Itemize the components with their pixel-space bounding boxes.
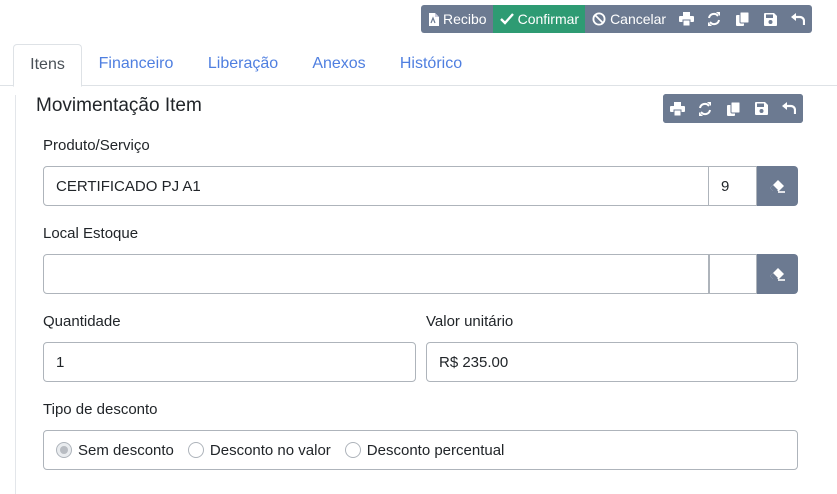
- recibo-button[interactable]: Recibo: [421, 5, 493, 33]
- copy-icon: [726, 101, 740, 116]
- valor-unitario-label: Valor unitário: [426, 313, 514, 330]
- quantidade-input[interactable]: 1: [43, 342, 416, 382]
- tab-anexos[interactable]: Anexos: [302, 44, 376, 86]
- item-save-button[interactable]: [747, 94, 775, 123]
- tab-historico[interactable]: Histórico: [388, 44, 474, 86]
- section-title: Movimentação Item: [36, 95, 202, 116]
- check-icon: [499, 13, 514, 25]
- local-estoque-input[interactable]: [43, 254, 709, 294]
- undo-button[interactable]: [784, 5, 813, 33]
- radio-sem-desconto[interactable]: Sem desconto: [56, 442, 174, 459]
- item-print-button[interactable]: [663, 94, 691, 123]
- file-pdf-icon: [429, 12, 439, 26]
- local-estoque-clear-button[interactable]: [757, 254, 798, 294]
- refresh-icon: [708, 12, 721, 26]
- confirmar-label: Confirmar: [517, 11, 580, 27]
- copy-icon: [735, 12, 749, 26]
- print-icon: [669, 101, 685, 116]
- eraser-icon: [770, 180, 785, 193]
- undo-icon: [791, 12, 806, 25]
- item-refresh-button[interactable]: [691, 94, 719, 123]
- tab-bar: Itens Financeiro Liberação Anexos Histór…: [0, 44, 837, 87]
- main-toolbar: Recibo Confirmar Cancelar: [421, 5, 813, 33]
- item-copy-button[interactable]: [719, 94, 747, 123]
- produto-input[interactable]: CERTIFICADO PJ A1: [43, 166, 709, 206]
- produto-code-input[interactable]: 9: [709, 166, 757, 206]
- ban-icon: [592, 12, 606, 26]
- item-toolbar: [663, 94, 803, 123]
- eraser-icon: [770, 268, 785, 281]
- radio-label: Sem desconto: [78, 441, 174, 459]
- local-estoque-label: Local Estoque: [43, 225, 139, 242]
- confirmar-button[interactable]: Confirmar: [492, 5, 586, 33]
- copy-button[interactable]: [728, 5, 757, 33]
- refresh-icon: [699, 101, 711, 116]
- save-icon: [763, 12, 777, 26]
- tab-financeiro[interactable]: Financeiro: [86, 44, 186, 86]
- radio-desconto-percentual[interactable]: Desconto percentual: [344, 441, 505, 459]
- valor-unitario-input[interactable]: R$ 235.00: [426, 342, 798, 382]
- radio-unchecked-icon[interactable]: [187, 442, 204, 458]
- tab-itens[interactable]: Itens: [13, 44, 82, 87]
- print-button[interactable]: [672, 5, 701, 33]
- tipo-desconto-label: Tipo de desconto: [43, 401, 158, 418]
- tab-liberacao[interactable]: Liberação: [198, 44, 288, 86]
- save-button[interactable]: [756, 5, 785, 33]
- radio-unchecked-icon[interactable]: [344, 442, 361, 458]
- cancelar-label: Cancelar: [610, 11, 667, 27]
- radio-desconto-valor[interactable]: Desconto no valor: [187, 441, 331, 459]
- refresh-button[interactable]: [700, 5, 729, 33]
- tipo-desconto-group: Sem desconto Desconto no valor Desconto …: [43, 430, 798, 470]
- undo-icon: [782, 102, 796, 114]
- item-undo-button[interactable]: [775, 94, 803, 123]
- radio-label: Desconto percentual: [366, 441, 505, 459]
- produto-label: Produto/Serviço: [43, 137, 150, 154]
- local-estoque-code-input[interactable]: [709, 254, 757, 294]
- radio-checked-icon[interactable]: [56, 442, 72, 458]
- print-icon: [678, 12, 694, 26]
- produto-clear-button[interactable]: [757, 166, 798, 206]
- cancelar-button[interactable]: Cancelar: [585, 5, 673, 33]
- save-icon: [754, 102, 768, 115]
- quantidade-label: Quantidade: [43, 313, 121, 330]
- recibo-label: Recibo: [443, 11, 487, 27]
- radio-label: Desconto no valor: [209, 441, 331, 459]
